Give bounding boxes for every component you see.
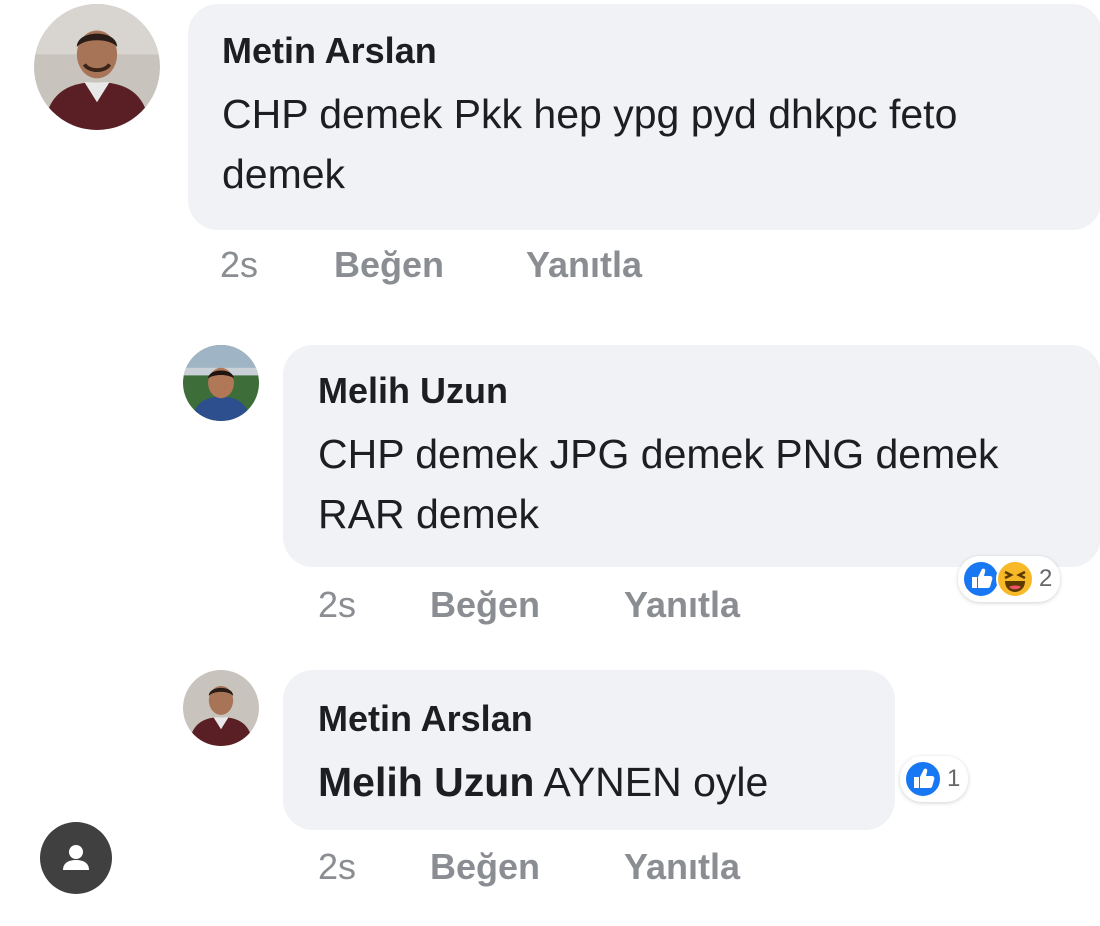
reply-button[interactable]: Yanıtla <box>624 584 740 626</box>
like-icon <box>904 760 942 798</box>
reply-button[interactable]: Yanıtla <box>526 244 642 286</box>
avatar-image <box>34 4 160 130</box>
comment-text: CHP demek Pkk hep ypg pyd dhkpc feto dem… <box>222 91 958 197</box>
comment-author[interactable]: Metin Arslan <box>318 698 533 740</box>
comment-time[interactable]: 2s <box>318 846 356 888</box>
avatar[interactable] <box>183 670 259 746</box>
reply-button[interactable]: Yanıtla <box>624 846 740 888</box>
avatar-image <box>183 670 259 746</box>
reaction-count: 2 <box>1039 565 1053 592</box>
like-button[interactable]: Beğen <box>334 244 444 286</box>
haha-icon <box>996 560 1034 598</box>
comment-time[interactable]: 2s <box>318 584 356 626</box>
reaction-count: 1 <box>947 765 961 792</box>
mention-link[interactable]: Melih Uzun <box>318 759 534 805</box>
comment-text: CHP demek JPG demek PNG demek RAR demek <box>318 431 999 537</box>
comment-text-body: AYNEN oyle <box>543 759 769 805</box>
comment-author[interactable]: Melih Uzun <box>318 370 508 412</box>
like-button[interactable]: Beğen <box>430 584 540 626</box>
comment-time[interactable]: 2s <box>220 244 258 286</box>
profile-button[interactable] <box>40 822 112 894</box>
avatar[interactable] <box>183 345 259 421</box>
like-button[interactable]: Beğen <box>430 846 540 888</box>
comment-author[interactable]: Metin Arslan <box>222 30 437 72</box>
reaction-summary[interactable]: 1 <box>900 756 969 802</box>
person-icon <box>63 845 89 870</box>
comment-text: Melih Uzun AYNEN oyle <box>318 752 878 812</box>
reaction-summary[interactable]: 2 <box>958 556 1061 602</box>
avatar-image <box>183 345 259 421</box>
avatar[interactable] <box>34 4 160 130</box>
